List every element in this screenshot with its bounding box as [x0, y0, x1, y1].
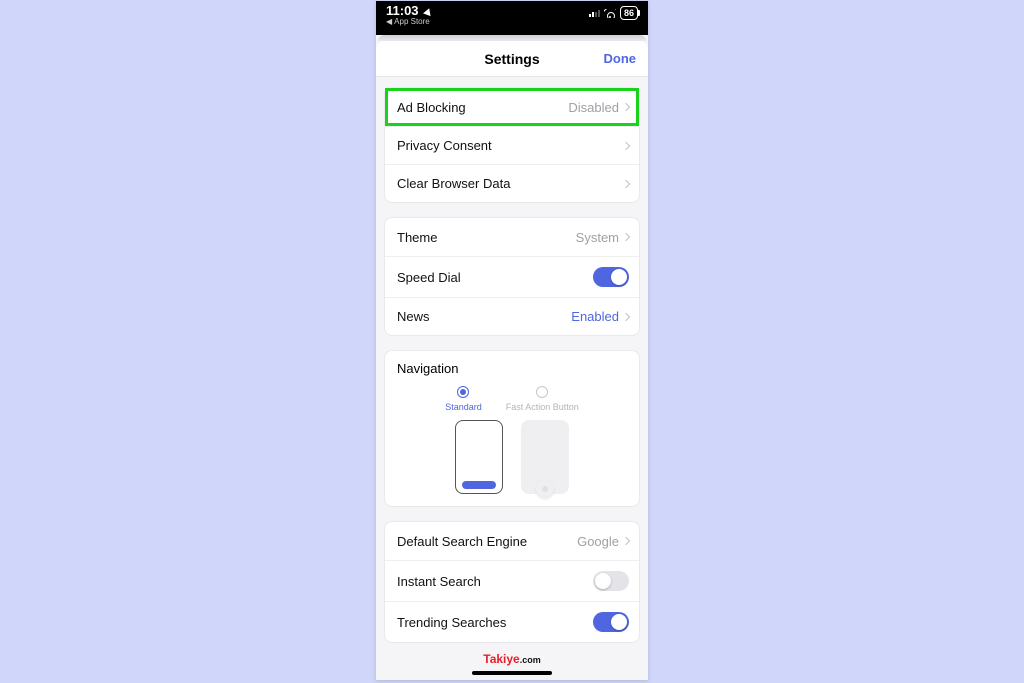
done-button[interactable]: Done [604, 51, 637, 66]
chevron-right-icon [622, 179, 630, 187]
row-trending-searches: Trending Searches [385, 601, 639, 642]
navigation-title: Navigation [397, 361, 627, 376]
battery-indicator: 86 [620, 6, 638, 20]
page-title: Settings [484, 51, 539, 67]
phone-frame: 11:03 ◀ App Store 86 Settings Done Ad Bl… [376, 1, 648, 680]
ad-blocking-value: Disabled [568, 100, 629, 115]
settings-group-display: Theme System Speed Dial News Enabled [384, 217, 640, 336]
search-engine-value: Google [577, 534, 629, 549]
cellular-icon [589, 10, 600, 17]
wifi-icon [604, 9, 616, 18]
row-news[interactable]: News Enabled [385, 297, 639, 335]
search-engine-label: Default Search Engine [397, 534, 527, 549]
trending-searches-label: Trending Searches [397, 615, 506, 630]
back-to-app[interactable]: ◀ App Store [386, 18, 432, 27]
preview-fab [521, 420, 569, 494]
settings-group-blocking: Ad Blocking Disabled Privacy Consent Cle… [384, 87, 640, 203]
location-icon [423, 6, 433, 15]
preview-standard [455, 420, 503, 494]
radio-selected-icon [457, 386, 469, 398]
instant-search-toggle[interactable] [593, 571, 629, 591]
news-label: News [397, 309, 430, 324]
settings-group-search: Default Search Engine Google Instant Sea… [384, 521, 640, 643]
status-time: 11:03 [386, 4, 432, 18]
row-ad-blocking[interactable]: Ad Blocking Disabled [385, 88, 639, 126]
back-app-label: App Store [394, 18, 430, 27]
theme-label: Theme [397, 230, 437, 245]
ad-blocking-label: Ad Blocking [397, 100, 466, 115]
radio-unselected-icon [536, 386, 548, 398]
battery-level: 86 [624, 8, 634, 18]
navigation-previews [397, 420, 627, 494]
chevron-right-icon [622, 103, 630, 111]
row-instant-search: Instant Search [385, 560, 639, 601]
chevron-right-icon [622, 141, 630, 149]
settings-group-navigation: Navigation Standard Fast Action Button [384, 350, 640, 507]
nav-option-standard[interactable]: Standard [445, 386, 482, 412]
instant-search-label: Instant Search [397, 574, 481, 589]
row-speed-dial: Speed Dial [385, 256, 639, 297]
nav-option-fab[interactable]: Fast Action Button [506, 386, 579, 412]
trending-searches-toggle[interactable] [593, 612, 629, 632]
theme-value: System [576, 230, 629, 245]
nav-standard-label: Standard [445, 402, 482, 412]
row-default-search-engine[interactable]: Default Search Engine Google [385, 522, 639, 560]
speed-dial-label: Speed Dial [397, 270, 461, 285]
chevron-right-icon [622, 312, 630, 320]
news-value: Enabled [571, 309, 629, 324]
row-theme[interactable]: Theme System [385, 218, 639, 256]
home-indicator[interactable] [472, 671, 552, 675]
privacy-consent-label: Privacy Consent [397, 138, 492, 153]
chevron-right-icon [622, 233, 630, 241]
row-privacy-consent[interactable]: Privacy Consent [385, 126, 639, 164]
row-clear-browser-data[interactable]: Clear Browser Data [385, 164, 639, 202]
back-chevron-icon: ◀ [386, 18, 392, 27]
clear-data-label: Clear Browser Data [397, 176, 510, 191]
nav-fab-label: Fast Action Button [506, 402, 579, 412]
time-text: 11:03 [386, 4, 419, 18]
settings-header: Settings Done [376, 41, 648, 77]
speed-dial-toggle[interactable] [593, 267, 629, 287]
settings-content: Ad Blocking Disabled Privacy Consent Cle… [376, 87, 648, 680]
status-bar: 11:03 ◀ App Store 86 [376, 1, 648, 35]
chevron-right-icon [622, 537, 630, 545]
